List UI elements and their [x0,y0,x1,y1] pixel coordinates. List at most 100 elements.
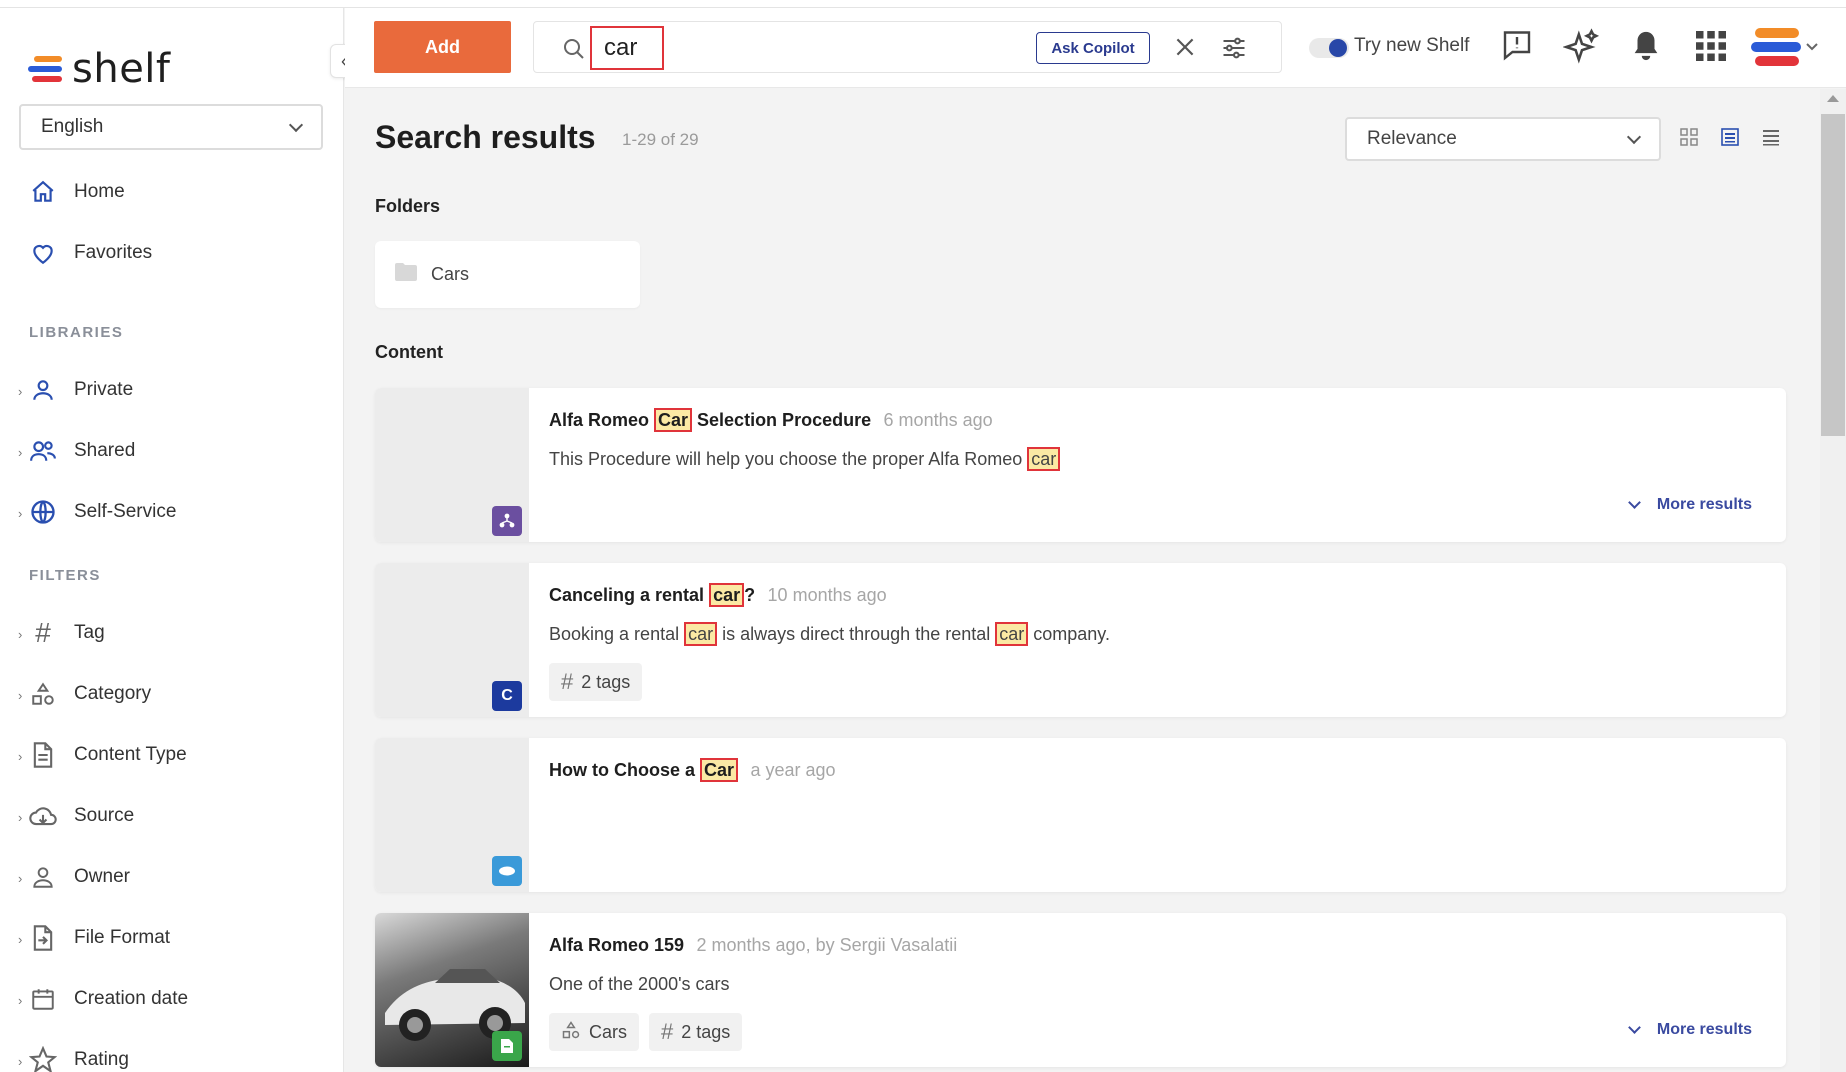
nav-favorites-label: Favorites [74,242,153,263]
library-shared-label: Shared [74,440,136,461]
search-highlight: Car [700,758,739,782]
result-title[interactable]: How to Choose a Car [549,758,739,782]
result-card[interactable]: How to Choose a Car a year ago [375,738,1786,892]
filter-creation-date-label: Creation date [74,988,189,1009]
more-results-label: More results [1656,496,1752,513]
nav-home-label: Home [74,181,125,202]
filter-source[interactable]: Source [28,796,134,836]
result-title[interactable]: Alfa Romeo 159 [549,935,684,955]
search-highlight: car [1027,447,1061,471]
tags-chip[interactable]: #2 tags [549,663,643,701]
libraries-heading: LIBRARIES [29,324,124,341]
nav-home[interactable]: Home [28,172,125,212]
result-description: Booking a rental car is always direct th… [549,622,1756,646]
result-title[interactable]: Canceling a rental car? [549,583,755,607]
filter-content-type-label: Content Type [74,744,187,765]
sliders-icon[interactable] [1220,34,1248,67]
sort-select[interactable]: Relevance [1345,117,1661,161]
hash-icon: # [661,1019,674,1044]
tags-chip[interactable]: #2 tags [649,1013,743,1051]
search-highlight: Car [654,408,693,432]
compact-view-icon[interactable] [1761,127,1781,152]
result-card[interactable]: Alfa Romeo 159 2 months ago, by Sergii V… [375,913,1786,1067]
more-results-button[interactable]: More results [1627,496,1752,514]
filter-owner-label: Owner [74,866,130,887]
chevron-down-icon [1627,496,1641,509]
library-private[interactable]: Private [28,370,133,410]
result-card[interactable]: Alfa Romeo Car Selection Procedure 6 mon… [375,388,1786,542]
result-meta: 6 months ago [883,410,993,430]
account-avatar[interactable] [1751,24,1821,75]
title-text: Canceling a rental [549,585,710,605]
result-chips: #2 tags [549,663,1756,701]
bell-icon[interactable] [1629,28,1663,69]
result-meta: 10 months ago [767,585,887,605]
clear-search-icon[interactable] [1172,34,1198,65]
category-icon [561,1020,581,1045]
shelf-logo[interactable]: shelf [28,46,171,92]
sort-value: Relevance [1367,128,1457,149]
title-text: How to Choose a [549,760,701,780]
search-highlight: car [709,583,745,607]
grid-view-icon[interactable] [1679,127,1699,152]
result-title[interactable]: Alfa Romeo Car Selection Procedure [549,408,871,432]
filter-owner[interactable]: Owner [28,857,130,897]
language-select[interactable]: English [19,104,323,150]
scrollbar[interactable] [1820,89,1846,1072]
apps-grid-icon[interactable] [1693,28,1729,69]
library-self-service[interactable]: Self-Service [28,492,176,532]
search-input[interactable] [590,26,664,70]
result-description: This Procedure will help you choose the … [549,447,1756,471]
add-button[interactable]: Add [374,21,511,73]
library-self-service-label: Self-Service [74,501,177,522]
filter-tag[interactable]: # Tag [28,613,105,653]
result-thumbnail [375,738,529,892]
filter-creation-date[interactable]: Creation date [28,979,188,1019]
feedback-icon[interactable] [1499,28,1535,69]
list-view-icon[interactable] [1720,127,1740,152]
c-logo-icon: C [492,681,522,711]
filter-rating-label: Rating [74,1049,129,1070]
scrollbar-thumb[interactable] [1821,114,1845,436]
title-text: Alfa Romeo [549,410,655,430]
result-meta: 2 months ago, by Sergii Vasalatii [696,935,958,955]
car-photo-thumbnail [375,913,529,1067]
filter-rating[interactable]: Rating [28,1040,129,1072]
window-top-edge [0,0,1846,8]
search-bar: Ask Copilot [533,21,1282,73]
calendar-icon [28,984,58,1014]
library-shared[interactable]: Shared [28,431,135,471]
user-icon [28,375,58,405]
result-card[interactable]: C Canceling a rental car? 10 months ago … [375,563,1786,717]
sparkle-icon[interactable] [1562,28,1601,71]
filter-category[interactable]: Category [28,674,151,714]
result-thumbnail [375,388,529,542]
more-results-button[interactable]: More results [1627,1021,1752,1039]
nav-favorites[interactable]: Favorites [28,233,152,273]
chevron-right-icon: › [18,1054,23,1069]
document-icon [28,740,58,770]
scroll-up-icon[interactable] [1827,95,1839,102]
chevron-right-icon: › [18,810,23,825]
filter-file-format[interactable]: File Format [28,918,170,958]
page-title: Search results [375,119,596,155]
chip-label: 2 tags [681,1021,731,1042]
ask-copilot-button[interactable]: Ask Copilot [1036,32,1150,64]
title-text: Selection Procedure [692,410,872,430]
chevron-right-icon: › [18,932,23,947]
globe-icon [28,497,58,527]
chip-label: 2 tags [581,671,631,692]
chevron-down-icon [1626,129,1642,144]
filter-content-type[interactable]: Content Type [28,735,187,775]
chevron-right-icon: › [18,993,23,1008]
shelf-logo-icon [28,54,64,84]
filter-tag-label: Tag [74,622,105,643]
category-chip[interactable]: Cars [549,1013,640,1051]
chevron-right-icon: › [18,749,23,764]
folder-card[interactable]: Cars [375,241,640,308]
folder-icon [395,263,417,286]
chevron-right-icon: › [18,871,23,886]
try-new-shelf-toggle[interactable] [1309,38,1349,58]
hash-icon: # [561,669,574,694]
search-highlight: car [684,622,718,646]
